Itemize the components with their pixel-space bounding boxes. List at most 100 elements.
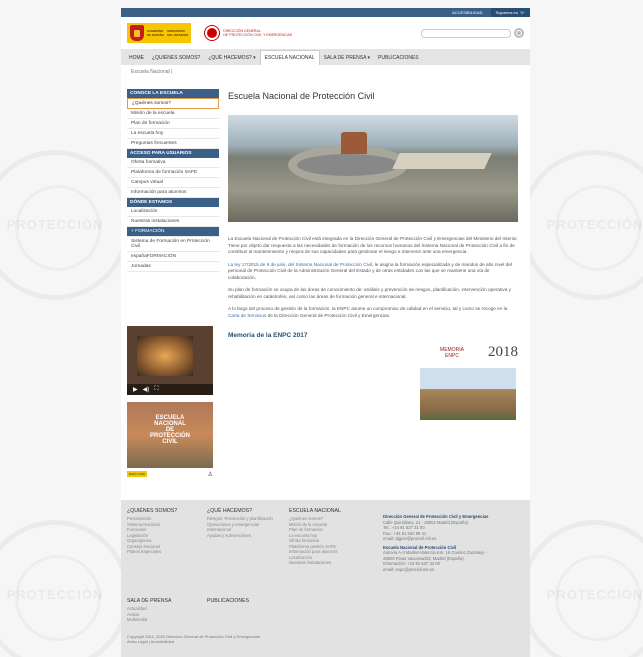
- proteccion-civil-emblem-icon: [205, 26, 220, 40]
- promo-badge: ENPC 2018: [127, 471, 147, 477]
- sidebar-item-escuela-hoy[interactable]: La escuela hoy: [127, 129, 219, 139]
- nav-que-hacemos[interactable]: ¿QUÉ HACEMOS? ▾: [204, 50, 259, 65]
- nav-escuela-nacional[interactable]: ESCUELA NACIONAL: [259, 50, 320, 65]
- legal-links[interactable]: Aviso Legal | Accesibilidad: [127, 639, 260, 644]
- watermark-emblem-right-top: PROTECCIÓN: [520, 150, 643, 300]
- top-bar: ACCESIBILIDAD Síguenos en 🐦: [121, 8, 530, 17]
- main-nav: HOME ¿QUIÉNES SOMOS? ¿QUÉ HACEMOS? ▾ ESC…: [121, 50, 530, 65]
- page-title: Escuela Nacional de Protección Civil: [228, 91, 375, 101]
- sidebar-item-plan[interactable]: Plan de formación: [127, 119, 219, 129]
- plan-paragraph: Su plan de formación se ocupa de las áre…: [228, 287, 511, 299]
- gobierno-logo[interactable]: GOBIERNO DE ESPAÑA MINISTERIO DEL INTERIOR: [127, 23, 192, 43]
- nav-publicaciones[interactable]: PUBLICACIONES: [374, 50, 423, 65]
- promo-line5: CIVIL: [162, 439, 178, 445]
- footer-col-escuela-title[interactable]: ESCUELA NACIONAL: [289, 508, 341, 514]
- footer-copyright: Copyright 2011, 2020 Dirección General d…: [127, 634, 260, 644]
- sidebar-item-localizacion[interactable]: Localización: [127, 207, 219, 217]
- breadcrumb: Escuela Nacional |: [131, 69, 173, 75]
- escuela-promo-banner[interactable]: ESCUELA NACIONAL DE PROTECCIÓN CIVIL: [127, 402, 213, 468]
- sidebar-section-acceso: ACCESO PARA USUARIOS: [127, 149, 219, 158]
- watermark-emblem-left-bottom: PROTECCIÓN: [0, 520, 130, 657]
- nav-quienes-somos[interactable]: ¿QUIÉNES SOMOS?: [148, 50, 204, 65]
- accessibility-link[interactable]: ACCESIBILIDAD: [452, 10, 482, 15]
- video-player[interactable]: ▶ ◀) ⛶: [127, 326, 213, 395]
- footer-col-escuela: ESCUELA NACIONAL ¿Quiénes somos? Misión …: [289, 508, 341, 566]
- watermark-emblem-left-top: PROTECCIÓN: [0, 150, 130, 300]
- video-thumbnail: [137, 336, 193, 376]
- intro-paragraph: La Escuela Nacional de Protección Civil …: [228, 236, 518, 254]
- footer-col-publicaciones-title[interactable]: PUBLICACIONES: [207, 598, 249, 604]
- footer-link[interactable]: Multimedia: [127, 617, 171, 623]
- nav-home[interactable]: HOME: [125, 50, 148, 65]
- footer-link[interactable]: Ayudas y subvenciones: [207, 533, 273, 539]
- page-container: ACCESIBILIDAD Síguenos en 🐦 GOBIERNO DE ES…: [121, 8, 530, 657]
- photo-side-building: [392, 153, 492, 169]
- footer-link[interactable]: Información para alumnos: [289, 549, 341, 555]
- play-icon[interactable]: ▶: [133, 386, 138, 393]
- sidebar-item-safe[interactable]: Plataforma de formación SAFE: [127, 168, 219, 178]
- site-header: GOBIERNO DE ESPAÑA MINISTERIO DEL INTERIOR…: [121, 17, 530, 50]
- proteccion-civil-logo[interactable]: DIRECCIÓN GENERAL DE PROTECCIÓN CIVIL Y E…: [205, 26, 292, 40]
- volume-icon[interactable]: ◀): [143, 386, 150, 393]
- site-footer: ¿QUIÉNES SOMOS? Presentación Sistema Nac…: [121, 500, 530, 657]
- sidebar-section-conoce: CONOCE LA ESCUELA: [127, 89, 219, 98]
- footer-contact: Dirección General de Protección Civil y …: [383, 514, 525, 572]
- twitter-icon: 🐦: [520, 10, 525, 15]
- sidebar-item-sistema-formacion[interactable]: Sistema de Formación en Protección Civil: [127, 237, 219, 252]
- memoria-sub: ENPC: [445, 352, 459, 359]
- memoria-banner[interactable]: MEMORIA ENPC 2018: [228, 344, 524, 361]
- photo-tower: [341, 132, 367, 154]
- promo-footer: ENPC 2018 ♙: [127, 468, 213, 480]
- gob-line2: DE ESPAÑA: [147, 33, 165, 37]
- footer-link[interactable]: Riesgos: Prevención y planificación: [207, 516, 273, 522]
- person-icon: ♙: [207, 471, 213, 478]
- memoria-year: 2018: [488, 344, 518, 360]
- pc-line2: DE PROTECCIÓN CIVIL Y EMERGENCIAS: [223, 33, 293, 37]
- sidebar-item-campus[interactable]: Campus virtual: [127, 178, 219, 188]
- footer-link[interactable]: Planes Especiales: [127, 549, 177, 555]
- contact-line[interactable]: email: enpc@procivil.mir.es: [383, 567, 525, 573]
- footer-col-que-hacemos: ¿QUÉ HACEMOS? Riesgos: Prevención y plan…: [207, 508, 273, 538]
- sidebar-item-instalaciones[interactable]: Nuestras instalaciones: [127, 217, 219, 227]
- carta-servicios-link[interactable]: Carta de Servicios: [228, 313, 266, 318]
- footer-col-que-hacemos-title[interactable]: ¿QUÉ HACEMOS?: [207, 508, 273, 514]
- sidebar-item-quienes-somos[interactable]: ¿Quiénes somos?: [127, 98, 219, 109]
- main-content: Escuela Nacional de Protección Civil La …: [228, 91, 524, 420]
- law-paragraph: La ley 17/2015 de 9 de julio, del Sistem…: [228, 262, 518, 282]
- sidebar-item-oferta[interactable]: Oferta formativa: [127, 158, 219, 168]
- footer-col-quienes-title[interactable]: ¿QUIÉNES SOMOS?: [127, 508, 177, 514]
- footer-col-quienes: ¿QUIÉNES SOMOS? Presentación Sistema Nac…: [127, 508, 177, 555]
- sidebar-item-mision[interactable]: Misión de la escuela: [127, 109, 219, 119]
- watermark-emblem-right-bottom: PROTECCIÓN: [520, 520, 643, 657]
- sidebar-section-formacion[interactable]: + FORMACIÓN: [127, 227, 219, 237]
- search-area: [421, 28, 524, 38]
- search-input[interactable]: [421, 28, 511, 38]
- sidebar-item-preguntas[interactable]: Preguntas frecuentes: [127, 139, 219, 149]
- footer-col-prensa: SALA DE PRENSA Actualidad Avisos Multime…: [127, 598, 171, 623]
- follow-twitter-link[interactable]: Síguenos en 🐦: [490, 8, 530, 17]
- sidebar: CONOCE LA ESCUELA ¿Quiénes somos? Misión…: [127, 89, 219, 272]
- footer-col-publicaciones: PUBLICACIONES: [207, 598, 249, 606]
- quality-text-b: de la Dirección General de Protección Ci…: [266, 312, 391, 318]
- ley-link[interactable]: La ley 17/2015 de 9 de julio, del Sistem…: [228, 262, 373, 267]
- coat-of-arms-icon: [130, 25, 144, 41]
- quality-text-a: A lo largo del proceso de gestión de la …: [228, 306, 508, 311]
- sidebar-item-info-alumnos[interactable]: Información para alumnos: [127, 188, 219, 198]
- follow-label: Síguenos en: [495, 10, 519, 15]
- quality-paragraph: A lo largo del proceso de gestión de la …: [228, 306, 518, 319]
- memoria-heading[interactable]: Memoria de la ENPC 2017: [228, 332, 524, 339]
- contact-line[interactable]: email: dgpce@procivil.mir.es: [383, 536, 525, 542]
- footer-link[interactable]: Nuestras instalaciones: [289, 560, 341, 566]
- video-controls: ▶ ◀) ⛶: [127, 384, 213, 395]
- search-icon[interactable]: [514, 28, 524, 38]
- nav-sala-de-prensa[interactable]: SALA DE PRENSA ▾: [320, 50, 374, 65]
- escuela-aerial-photo: [228, 115, 518, 222]
- contact1-title: Dirección General de Protección Civil y …: [383, 514, 489, 519]
- sidebar-item-espanaformacion[interactable]: españaFORMACIÓN: [127, 252, 219, 262]
- breadcrumb-item[interactable]: Escuela Nacional: [131, 69, 170, 75]
- ministry-line2: DEL INTERIOR: [167, 33, 189, 37]
- memoria-building-photo[interactable]: [420, 368, 516, 420]
- fullscreen-icon[interactable]: ⛶: [154, 386, 158, 393]
- sidebar-item-jornadas[interactable]: Jornadas: [127, 262, 219, 272]
- footer-col-prensa-title[interactable]: SALA DE PRENSA: [127, 598, 171, 604]
